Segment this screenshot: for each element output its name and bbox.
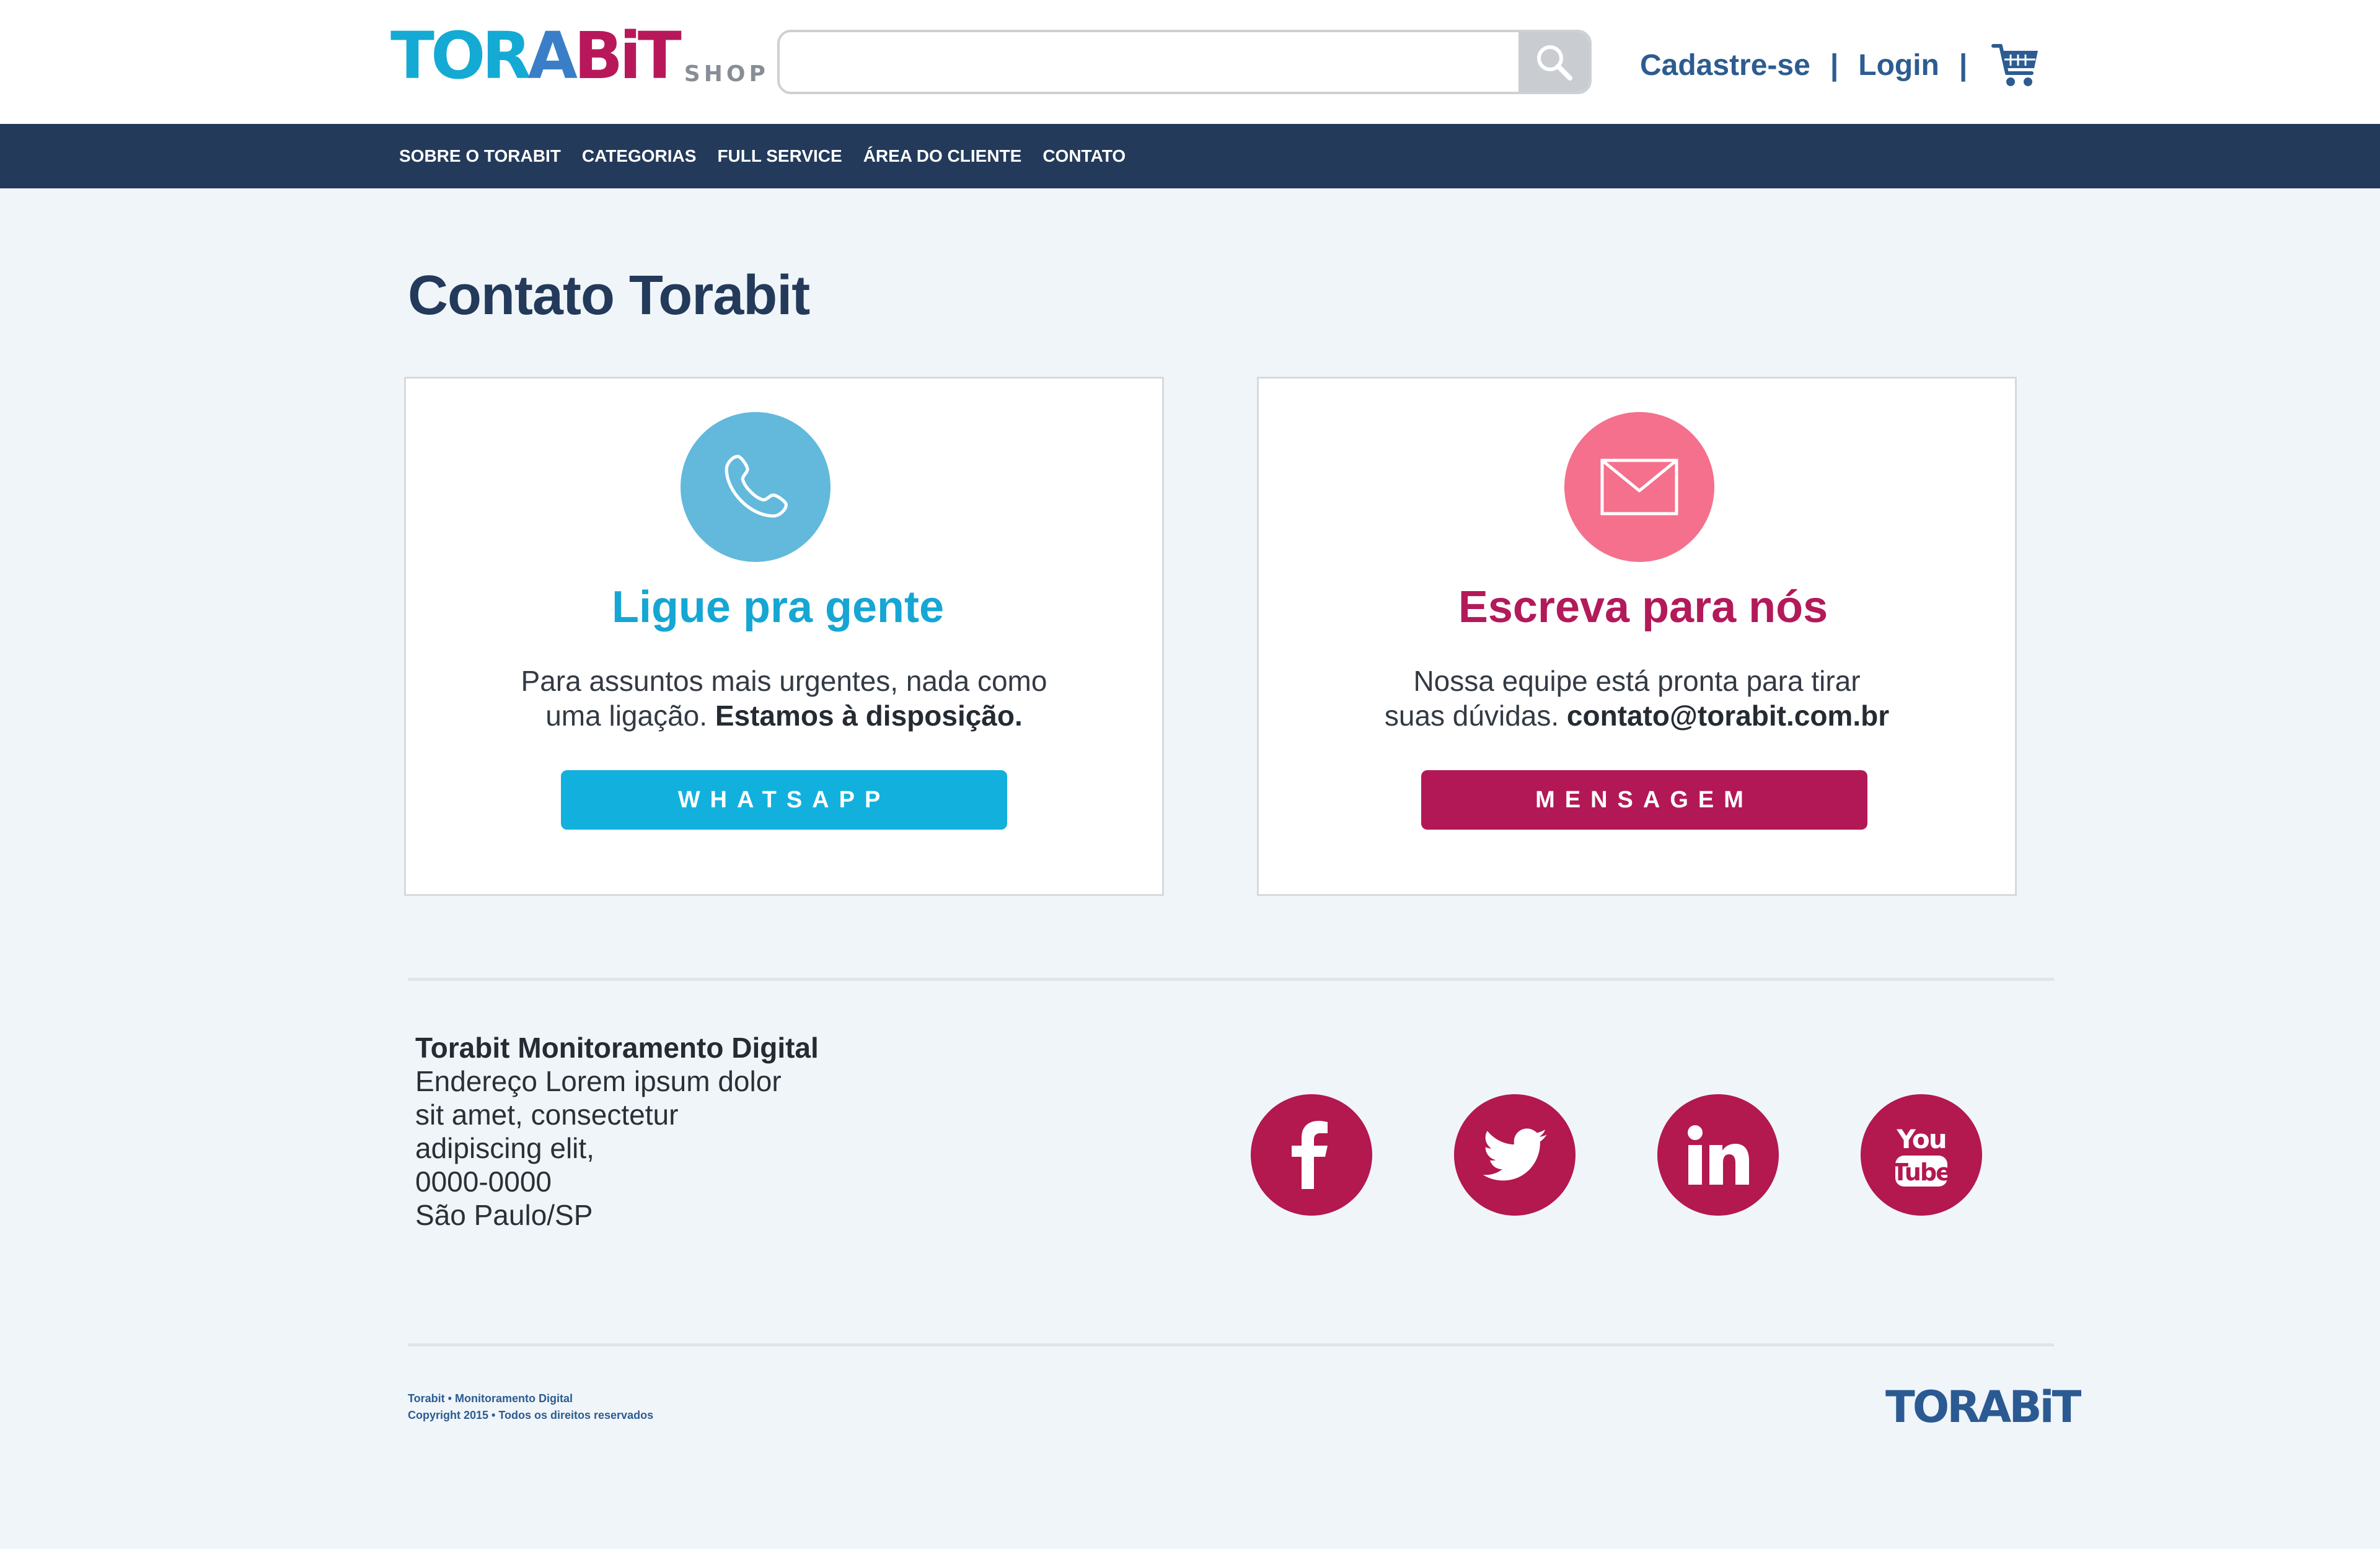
twitter-button[interactable] xyxy=(1454,1094,1576,1216)
address-city: São Paulo/SP xyxy=(415,1199,593,1231)
phone-card-text-line2-normal: uma ligação. xyxy=(545,700,708,732)
envelope-icon-circle xyxy=(1564,412,1714,562)
phone-card-text-line1: Para assuntos mais urgentes, nada como xyxy=(521,665,1047,697)
user-links: Cadastre-se | Login | xyxy=(1640,43,2040,87)
linkedin-button[interactable] xyxy=(1657,1094,1779,1216)
email-card-text: Nossa equipe está pronta para tirar suas… xyxy=(1259,664,2015,733)
message-button[interactable]: MENSAGEM xyxy=(1421,770,1867,830)
header: TORABiT SHOP Cadastre-se | Login | xyxy=(0,0,2380,124)
phone-card-text: Para assuntos mais urgentes, nada como u… xyxy=(406,664,1162,733)
nav-item-sobre[interactable]: SOBRE O TORABIT xyxy=(399,146,561,166)
facebook-icon xyxy=(1292,1121,1328,1189)
main-nav: SOBRE O TORABIT CATEGORIAS FULL SERVICE … xyxy=(0,124,2380,188)
nav-item-area-cliente[interactable]: ÁREA DO CLIENTE xyxy=(863,146,1022,166)
address-line: Endereço Lorem ipsum dolor xyxy=(415,1065,782,1097)
phone-card: Ligue pra gente Para assuntos mais urgen… xyxy=(404,377,1164,896)
copyright-line1: Torabit • Monitoramento Digital xyxy=(408,1392,573,1405)
logo-shop-label: SHOP xyxy=(684,61,769,87)
whatsapp-button[interactable]: WHATSAPP xyxy=(561,770,1007,830)
page-title: Contato Torabit xyxy=(408,265,810,327)
link-separator: | xyxy=(1959,48,1968,82)
footer-divider xyxy=(408,978,2054,981)
twitter-icon xyxy=(1483,1128,1547,1181)
copyright: Torabit • Monitoramento Digital Copyrigh… xyxy=(408,1390,653,1424)
youtube-button[interactable]: You Tube xyxy=(1861,1094,1982,1216)
email-card: Escreva para nós Nossa equipe está pront… xyxy=(1257,377,2017,896)
search-button[interactable] xyxy=(1518,32,1589,92)
email-card-heading: Escreva para nós xyxy=(1458,582,1828,632)
logo-part-1: TOR xyxy=(390,18,531,94)
phone-icon-circle xyxy=(681,412,831,562)
page: TORABiT SHOP Cadastre-se | Login | SOBRE… xyxy=(0,0,2380,1549)
nav-item-full-service[interactable]: FULL SERVICE xyxy=(717,146,842,166)
nav-list: SOBRE O TORABIT CATEGORIAS FULL SERVICE … xyxy=(399,124,1147,188)
cart-icon xyxy=(1991,44,2038,86)
svg-text:Tube: Tube xyxy=(1892,1159,1950,1186)
login-link[interactable]: Login xyxy=(1858,48,1939,82)
contact-email-link[interactable]: contato@torabit.com.br xyxy=(1567,700,1889,732)
address-company: Torabit Monitoramento Digital xyxy=(415,1032,819,1064)
nav-item-contato[interactable]: CONTATO xyxy=(1042,146,1126,166)
phone-icon xyxy=(725,455,788,518)
logo-part-3: BiT xyxy=(573,18,682,94)
logo-part-2: A xyxy=(527,18,577,94)
phone-card-heading: Ligue pra gente xyxy=(611,582,945,632)
search-bar xyxy=(777,30,1592,94)
email-card-text-line1: Nossa equipe está pronta para tirar xyxy=(1413,665,1861,697)
footer-address: Torabit Monitoramento Digital Endereço L… xyxy=(415,1031,819,1232)
search-icon xyxy=(1537,45,1572,81)
copyright-line2: Copyright 2015 • Todos os direitos reser… xyxy=(408,1409,654,1421)
youtube-icon: You Tube xyxy=(1892,1124,1951,1187)
footer-divider-bottom xyxy=(408,1343,2054,1346)
link-separator: | xyxy=(1830,48,1839,82)
address-phone: 0000-0000 xyxy=(415,1165,552,1198)
svg-text:You: You xyxy=(1896,1124,1946,1154)
email-card-text-line2-normal: suas dúvidas. xyxy=(1384,700,1559,732)
logo-wordmark: TORABiT xyxy=(390,24,682,88)
search-input[interactable] xyxy=(780,32,1523,92)
address-line: sit amet, consectetur xyxy=(415,1099,679,1131)
phone-card-text-bold: Estamos à disposição. xyxy=(715,700,1023,732)
facebook-button[interactable] xyxy=(1251,1094,1372,1216)
email-card-text-line2: suas dúvidas. contato@torabit.com.br xyxy=(1259,698,2015,733)
address-line: adipiscing elit, xyxy=(415,1132,594,1164)
phone-card-text-line2: uma ligação. Estamos à disposição. xyxy=(406,698,1162,733)
nav-item-categorias[interactable]: CATEGORIAS xyxy=(582,146,697,166)
envelope-icon xyxy=(1600,459,1678,516)
cart-button[interactable] xyxy=(1991,41,2040,89)
signup-link[interactable]: Cadastre-se xyxy=(1640,48,1810,82)
logo[interactable]: TORABiT SHOP xyxy=(390,24,769,88)
linkedin-icon xyxy=(1688,1125,1749,1185)
footer-logo[interactable]: TORABiT xyxy=(1885,1385,2081,1429)
